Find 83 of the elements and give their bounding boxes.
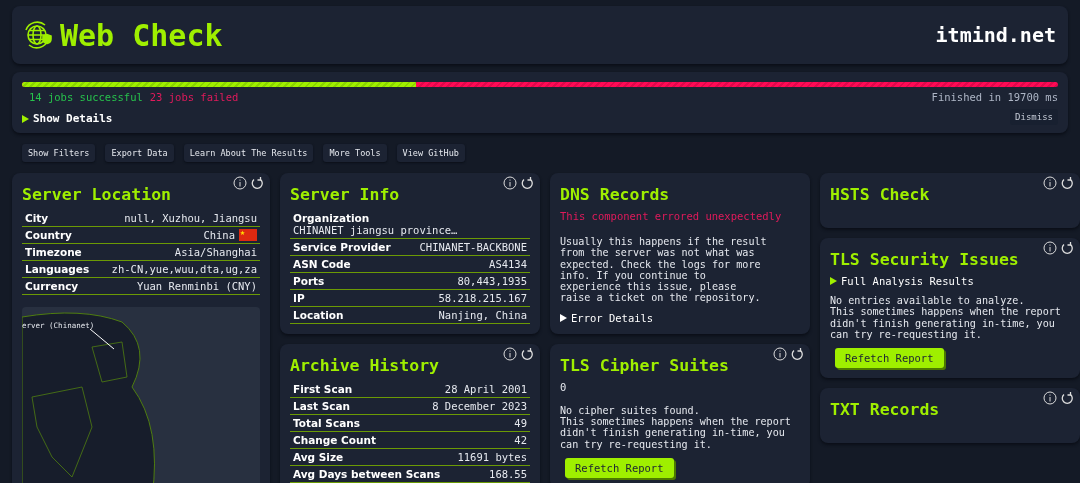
- card-title: TLS Cipher Suites: [560, 355, 730, 375]
- info-icon[interactable]: [503, 176, 517, 190]
- empty-message: This sometimes happens when the report didn't finish generating in-time, you can try re-requesting it.: [560, 416, 792, 450]
- row-value: 49: [514, 417, 527, 429]
- row-label: Languages: [25, 263, 90, 275]
- row-value: zh-CN,yue,wuu,dta,ug,za: [111, 263, 257, 275]
- row-label: City: [25, 212, 49, 224]
- refresh-icon[interactable]: [1060, 241, 1074, 255]
- action-button[interactable]: More Tools: [323, 144, 387, 162]
- row-label: Country: [25, 229, 72, 241]
- row-value: 168.55: [489, 468, 527, 480]
- error-message: This component errored unexpectedly: [560, 210, 783, 222]
- details-toggle[interactable]: Full Analysis Results: [830, 275, 974, 287]
- action-button[interactable]: Learn About The Results: [183, 144, 314, 162]
- row-label: First Scan: [293, 383, 353, 395]
- result-count: 0: [560, 380, 568, 393]
- triangle-icon: [560, 313, 567, 322]
- info-icon[interactable]: [1043, 241, 1057, 255]
- action-button[interactable]: Show Filters: [22, 144, 96, 162]
- row-label: IP: [293, 292, 305, 304]
- error-explanation: Usually this happens if the result from the server was not what was expected. Check the logs for more info. If you continue to experience this issue, please raise a ticket on the repository.: [560, 236, 768, 304]
- row-value: 28 April 2001: [444, 383, 527, 395]
- finish-time: Finished in 19700 ms: [931, 91, 1058, 103]
- row-value: Yuan Renminbi (CNY): [136, 280, 257, 292]
- row-value: null, Xuzhou, Jiangsu: [124, 212, 257, 224]
- empty-message: No entries available to analyze.: [830, 295, 1026, 307]
- info-icon[interactable]: [773, 346, 787, 361]
- row-value: 8 December 2023: [432, 400, 527, 412]
- row-value: 58.218.215.167: [438, 292, 527, 304]
- row-value: 11691 bytes: [457, 451, 527, 463]
- row-value: CHINANET jiangsu province…: [293, 224, 458, 236]
- app-title: Web Check: [60, 17, 223, 53]
- row-label: ASN Code: [293, 258, 351, 270]
- refresh-icon[interactable]: [520, 176, 534, 190]
- row-value: Asia/Shanghai: [174, 246, 257, 258]
- triangle-icon: [830, 277, 837, 285]
- dismiss-button[interactable]: Dismiss: [1010, 109, 1058, 125]
- row-value: 42: [514, 434, 527, 446]
- empty-message: No cipher suites found.: [560, 404, 701, 417]
- card-title: Archive History: [290, 356, 440, 375]
- card-title: HSTS Check: [830, 185, 931, 204]
- info-icon[interactable]: [1043, 391, 1057, 406]
- action-button[interactable]: View GitHub: [396, 144, 465, 162]
- row-label: Total Scans: [293, 417, 360, 429]
- info-icon[interactable]: [503, 347, 517, 361]
- row-label: Ports: [293, 275, 325, 287]
- row-label: Location: [293, 309, 344, 321]
- refresh-icon[interactable]: [250, 176, 264, 190]
- triangle-icon: [22, 114, 29, 123]
- show-details-toggle[interactable]: Show Details: [22, 112, 113, 125]
- empty-message: This sometimes happens when the report didn't finish generating in-time, you can try re-requesting it.: [830, 306, 1062, 341]
- action-button[interactable]: Export Data: [105, 144, 174, 162]
- row-label: Organization: [293, 212, 370, 224]
- refresh-icon[interactable]: [1060, 176, 1074, 190]
- row-label: Timezone: [25, 246, 82, 258]
- refetch-button[interactable]: Refetch Report: [565, 457, 674, 478]
- card-title: DNS Records: [560, 185, 671, 204]
- row-value: China: [203, 229, 235, 241]
- refresh-icon[interactable]: [790, 346, 804, 361]
- card-title: Server Info: [290, 185, 401, 204]
- row-value: CHINANET-BACKBONE: [419, 241, 527, 253]
- failure-count: 23 jobs failed: [149, 91, 239, 103]
- row-label: Currency: [25, 280, 79, 292]
- row-value: Nanjing, China: [438, 309, 527, 321]
- success-count: 14 jobs successful: [29, 91, 143, 103]
- refresh-icon[interactable]: [1060, 391, 1074, 406]
- info-icon[interactable]: [1043, 176, 1057, 190]
- card-title: TXT Records: [830, 400, 941, 420]
- refresh-icon[interactable]: [520, 347, 534, 361]
- row-label: Change Count: [293, 434, 376, 446]
- refetch-button[interactable]: Refetch Report: [835, 348, 944, 369]
- row-label: Service Provider: [293, 241, 391, 253]
- card-title: TLS Security Issues: [830, 250, 1020, 269]
- row-label: Avg Days between Scans: [293, 468, 441, 480]
- card-title: Server Location: [22, 185, 172, 204]
- row-label: Last Scan: [293, 400, 351, 412]
- row-value: 80,443,1935: [457, 275, 527, 287]
- details-toggle[interactable]: Error Details: [560, 311, 654, 324]
- domain-name: itmind.net: [935, 23, 1056, 47]
- row-value: AS4134: [489, 258, 527, 270]
- globe-shield-logo-icon: [24, 21, 52, 49]
- row-label: Avg Size: [293, 451, 344, 463]
- info-icon[interactable]: [233, 176, 247, 190]
